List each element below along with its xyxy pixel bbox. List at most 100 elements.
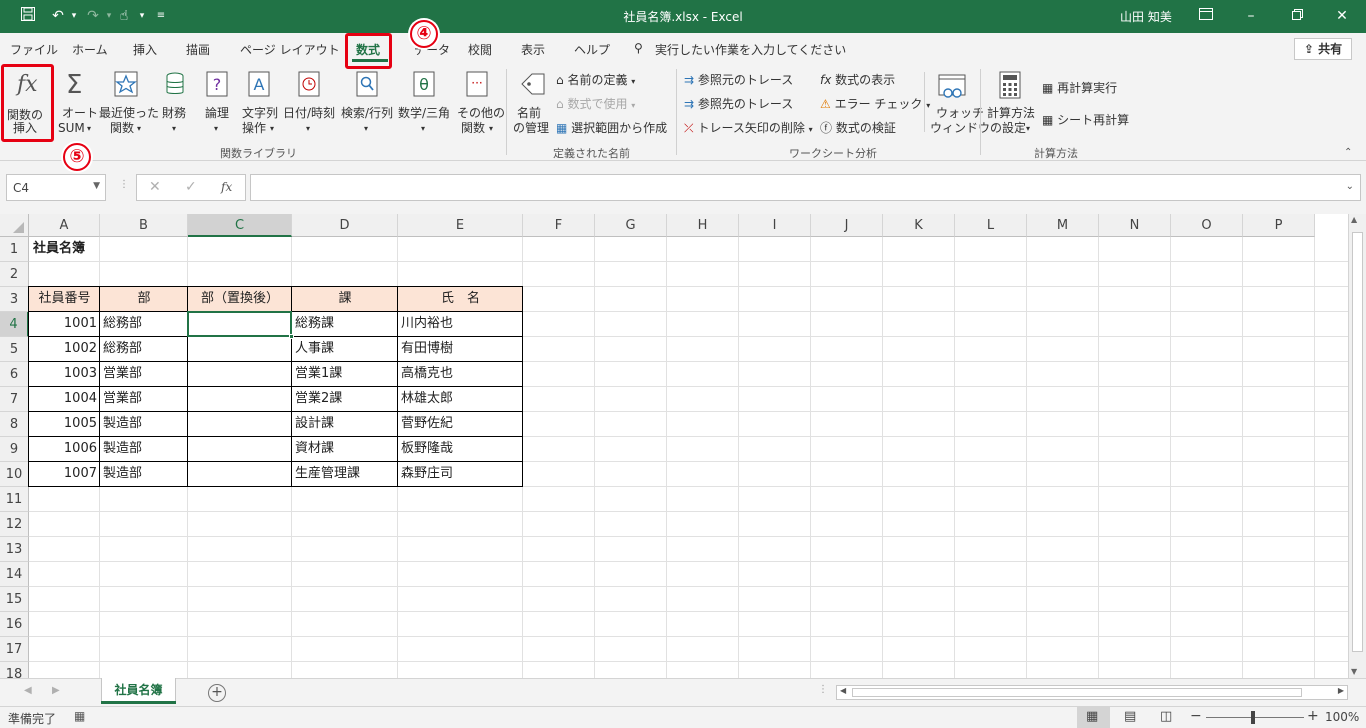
table-cell[interactable]: [188, 362, 292, 387]
table-cell[interactable]: 有田博樹: [398, 337, 523, 362]
row-header[interactable]: 8: [0, 412, 29, 437]
minimize-icon[interactable]: –: [1241, 6, 1261, 26]
column-header[interactable]: H: [667, 214, 739, 237]
table-cell[interactable]: 1006: [29, 437, 100, 462]
sheet-title[interactable]: 社員名簿: [33, 237, 183, 262]
table-cell[interactable]: 1005: [29, 412, 100, 437]
column-header[interactable]: E: [398, 214, 523, 237]
scroll-up-icon[interactable]: ▲: [1351, 215, 1357, 224]
tab-insert[interactable]: 挿入: [133, 41, 157, 58]
row-header[interactable]: 4: [0, 312, 29, 337]
error-checking-button[interactable]: ⚠ エラー チェック ▾: [820, 97, 930, 113]
user-name[interactable]: 山田 知美: [1120, 8, 1172, 25]
column-header[interactable]: C: [188, 214, 292, 237]
row-header[interactable]: 6: [0, 362, 29, 387]
normal-view-icon[interactable]: ▦: [1086, 709, 1098, 724]
formula-bar-grip-icon[interactable]: ⋮: [119, 179, 129, 190]
row-header[interactable]: 5: [0, 337, 29, 362]
fill-handle[interactable]: [289, 334, 294, 339]
row-header[interactable]: 18: [0, 662, 29, 678]
table-header-cell[interactable]: 課: [292, 287, 398, 312]
column-header[interactable]: G: [595, 214, 667, 237]
column-header[interactable]: M: [1027, 214, 1099, 237]
vertical-scroll-thumb[interactable]: [1352, 232, 1363, 652]
create-from-selection-button[interactable]: ▦ 選択範囲から作成: [556, 121, 667, 136]
scroll-left-icon[interactable]: ◀: [840, 686, 846, 695]
scroll-down-icon[interactable]: ▼: [1351, 667, 1357, 676]
table-cell[interactable]: 生産管理課: [292, 462, 398, 487]
table-cell[interactable]: 営業部: [100, 362, 188, 387]
table-cell[interactable]: 川内裕也: [398, 312, 523, 337]
column-header[interactable]: P: [1243, 214, 1315, 237]
tab-review[interactable]: 校閲: [468, 41, 492, 58]
column-header[interactable]: O: [1171, 214, 1243, 237]
expand-formula-bar-icon[interactable]: ⌄: [1346, 181, 1354, 192]
show-formulas-button[interactable]: fx 数式の表示: [820, 73, 895, 88]
page-break-view-icon[interactable]: ◫: [1160, 709, 1172, 724]
table-cell[interactable]: 総務部: [100, 337, 188, 362]
table-cell[interactable]: 1007: [29, 462, 100, 487]
tab-view[interactable]: 表示: [521, 41, 545, 58]
tab-file[interactable]: ファイル: [10, 41, 58, 58]
table-header-cell[interactable]: 部: [100, 287, 188, 312]
close-icon[interactable]: ✕: [1332, 6, 1352, 26]
horizontal-scrollbar[interactable]: ◀ ▶: [836, 685, 1348, 700]
name-box[interactable]: C4 ▼: [6, 174, 106, 201]
table-cell[interactable]: 1001: [29, 312, 100, 337]
table-cell[interactable]: [188, 337, 292, 362]
table-header-cell[interactable]: 部（置換後）: [188, 287, 292, 312]
row-header[interactable]: 3: [0, 287, 29, 312]
table-cell[interactable]: 総務部: [100, 312, 188, 337]
table-cell[interactable]: [188, 462, 292, 487]
row-header[interactable]: 1: [0, 237, 29, 262]
row-header[interactable]: 2: [0, 262, 29, 287]
remove-arrows-button[interactable]: ⤫ トレース矢印の削除 ▾: [684, 121, 813, 137]
table-header-cell[interactable]: 氏 名: [398, 287, 523, 312]
table-cell[interactable]: [188, 387, 292, 412]
collapse-ribbon-icon[interactable]: ⌃: [1344, 145, 1352, 160]
table-cell[interactable]: 1003: [29, 362, 100, 387]
table-header-cell[interactable]: 社員番号: [29, 287, 100, 312]
next-sheet-icon[interactable]: ▶: [52, 685, 60, 696]
table-cell[interactable]: 営業部: [100, 387, 188, 412]
calc-sheet-button[interactable]: ▦ シート再計算: [1042, 113, 1129, 128]
define-name-button[interactable]: ⌂ 名前の定義 ▾: [556, 73, 635, 89]
new-sheet-icon[interactable]: +: [208, 684, 226, 702]
tab-help[interactable]: ヘルプ: [574, 41, 610, 58]
zoom-slider[interactable]: [1206, 717, 1304, 718]
table-cell[interactable]: 営業2課: [292, 387, 398, 412]
table-cell[interactable]: 高橋克也: [398, 362, 523, 387]
tell-me-box[interactable]: 実行したい作業を入力してください: [655, 41, 846, 58]
table-cell[interactable]: 総務課: [292, 312, 398, 337]
column-header[interactable]: N: [1099, 214, 1171, 237]
horizontal-scroll-thumb[interactable]: [852, 688, 1302, 697]
table-cell[interactable]: 人事課: [292, 337, 398, 362]
zoom-out-icon[interactable]: −: [1190, 708, 1202, 724]
table-cell[interactable]: [188, 437, 292, 462]
page-layout-view-icon[interactable]: ▤: [1124, 709, 1136, 724]
table-cell[interactable]: 林雄太郎: [398, 387, 523, 412]
prev-sheet-icon[interactable]: ◀: [24, 685, 32, 696]
row-header[interactable]: 14: [0, 562, 29, 587]
zoom-level[interactable]: 100%: [1325, 710, 1359, 724]
restore-icon[interactable]: [1287, 6, 1307, 26]
column-header[interactable]: I: [739, 214, 811, 237]
share-button[interactable]: ⇪ 共有: [1294, 38, 1352, 60]
trace-dependents-button[interactable]: ⇉ 参照先のトレース: [684, 97, 793, 112]
use-in-formula-button[interactable]: ⌂ 数式で使用 ▾: [556, 97, 635, 113]
zoom-slider-thumb[interactable]: [1251, 711, 1255, 724]
formula-input[interactable]: ⌄: [250, 174, 1361, 201]
column-header[interactable]: L: [955, 214, 1027, 237]
row-header[interactable]: 12: [0, 512, 29, 537]
trace-precedents-button[interactable]: ⇉ 参照元のトレース: [684, 73, 793, 88]
row-header[interactable]: 17: [0, 637, 29, 662]
table-cell[interactable]: 1004: [29, 387, 100, 412]
row-header[interactable]: 9: [0, 437, 29, 462]
table-cell[interactable]: 製造部: [100, 437, 188, 462]
table-cell[interactable]: 製造部: [100, 462, 188, 487]
table-cell[interactable]: 1002: [29, 337, 100, 362]
tab-home[interactable]: ホーム: [72, 41, 108, 58]
tab-page-layout[interactable]: ページ レイアウト: [240, 41, 340, 58]
table-cell[interactable]: 製造部: [100, 412, 188, 437]
table-cell[interactable]: 板野隆哉: [398, 437, 523, 462]
